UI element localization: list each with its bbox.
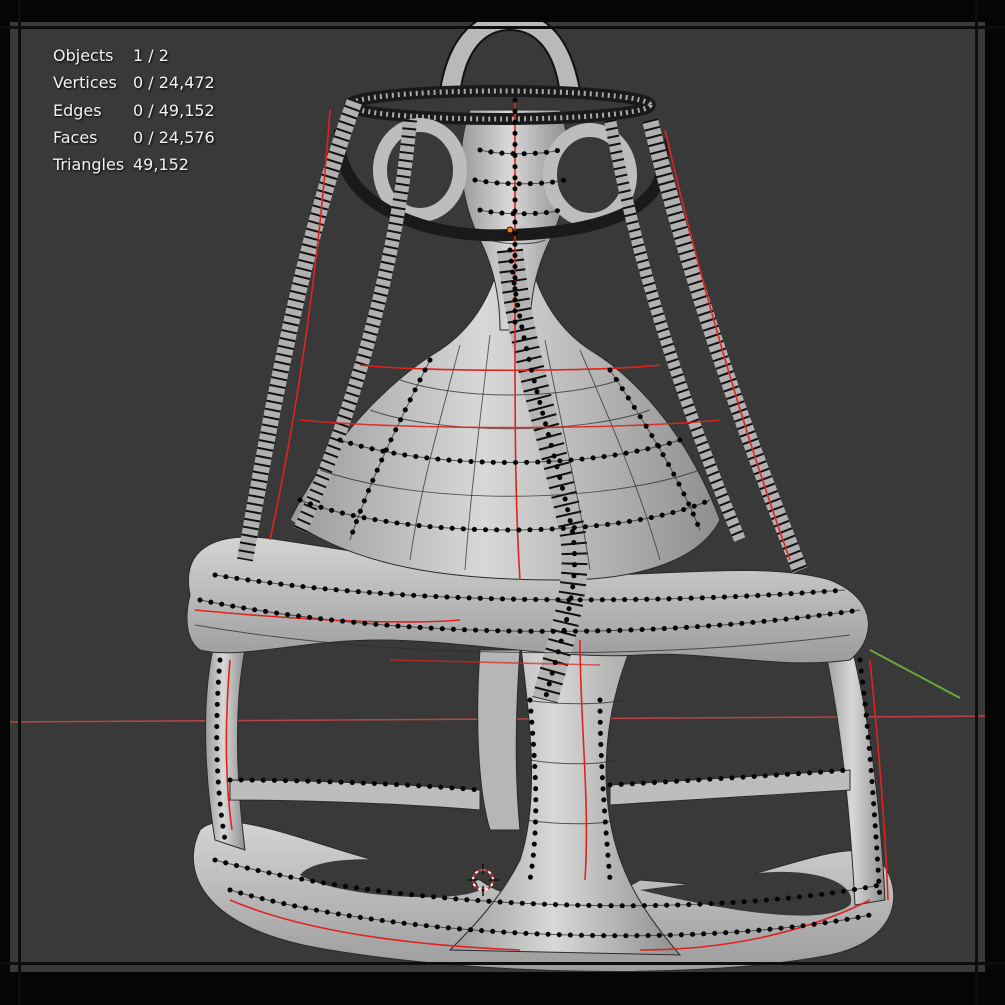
stat-edges-label: Edges <box>53 100 102 120</box>
sculpture-mesh[interactable] <box>186 10 895 972</box>
stat-faces-label: Faces <box>53 127 98 147</box>
frame-bottom-border <box>0 972 1005 1005</box>
stat-vertices: Vertices 0 / 24,472 <box>53 69 215 96</box>
stat-objects-label: Objects <box>53 46 114 65</box>
cross-bar-left <box>229 779 481 811</box>
stat-vertices-label: Vertices <box>53 73 117 93</box>
frame-inner-bottom-line <box>0 962 1005 965</box>
stat-edges-value: 0 / 49,152 <box>133 100 215 120</box>
frame-inner-right-line <box>975 0 978 1005</box>
3d-viewport[interactable]: Objects 1 / 2 Vertices 0 / 24,472 Edges … <box>0 0 1005 1005</box>
stat-faces: Faces 0 / 24,576 <box>53 124 215 151</box>
y-axis-line <box>869 649 961 699</box>
object-origin-icon[interactable] <box>506 226 514 234</box>
statistics-overlay: Objects 1 / 2 Vertices 0 / 24,472 Edges … <box>53 42 215 178</box>
stat-faces-value: 0 / 24,576 <box>133 127 215 147</box>
frame-right-border <box>985 0 1005 1005</box>
stat-triangles-value: 49,152 <box>133 155 189 175</box>
stat-edges: Edges 0 / 49,152 <box>53 97 215 124</box>
top-arch <box>438 10 582 97</box>
frame-top-border <box>0 0 1005 22</box>
stat-objects: Objects 1 / 2 <box>53 42 215 69</box>
left-eye-hole <box>373 118 467 222</box>
top-ring <box>344 85 656 125</box>
back-leg <box>477 649 521 831</box>
left-leg <box>205 639 246 851</box>
cross-bar-right <box>609 769 851 806</box>
stat-vertices-value: 0 / 24,472 <box>133 73 215 93</box>
frame-inner-top-line <box>0 26 1005 29</box>
frame-inner-left-line <box>18 0 21 1005</box>
frame-left-border <box>0 0 10 1005</box>
stat-triangles-label: Triangles <box>53 155 125 175</box>
stat-objects-value: 1 / 2 <box>133 46 169 65</box>
stat-triangles: Triangles 49,152 <box>53 151 215 178</box>
